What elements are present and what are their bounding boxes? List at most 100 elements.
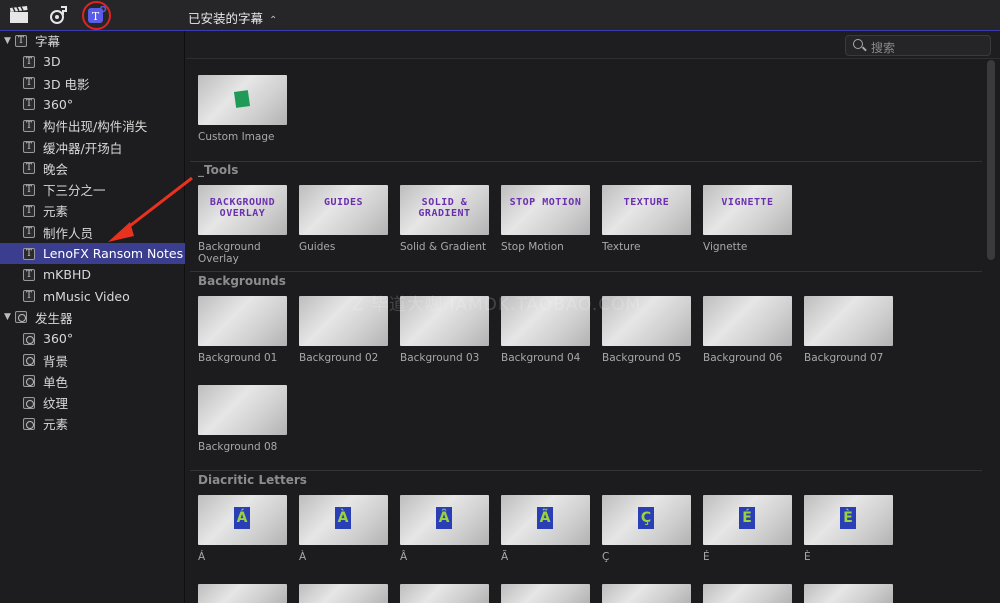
watermark: Z 毕道大咖 IAMDK.TAOBAO.COM <box>352 295 642 315</box>
ransom-letters-art: STOP MOTION <box>509 197 582 208</box>
title-thumbnail-partial[interactable] <box>804 584 893 603</box>
thumbnail-label: Background Overlay <box>198 241 261 265</box>
title-thumbnail-partial[interactable] <box>703 584 792 603</box>
sidebar-item-label: mKBHD <box>43 267 91 283</box>
clapper-icon[interactable] <box>8 5 30 25</box>
title-thumbnail-partial[interactable] <box>198 584 287 603</box>
sidebar-item-label: 3D 电影 <box>43 76 90 92</box>
sidebar-group-generators[interactable]: ▼ 发生器 <box>0 307 185 328</box>
custom-image-logo <box>233 90 251 108</box>
title-thumbnail[interactable] <box>804 296 893 346</box>
sidebar-item[interactable]: TmKBHD <box>0 264 185 285</box>
title-thumbnail[interactable]: SOLID & GRADIENT <box>400 185 489 235</box>
browser-title[interactable]: 已安装的字幕 ⌃ <box>188 8 277 27</box>
diacritic-letter-art: Ã <box>537 507 553 529</box>
title-category-icon: T <box>23 98 35 111</box>
title-thumbnail[interactable]: É <box>703 495 792 545</box>
sidebar-item[interactable]: 元素 <box>0 413 185 434</box>
title-thumbnail-partial[interactable] <box>602 584 691 603</box>
sidebar-item-label: 晚会 <box>43 161 69 177</box>
sidebar-item[interactable]: 背景 <box>0 350 185 371</box>
title-category-icon: T <box>23 55 35 68</box>
sidebar-item-label: 制作人员 <box>43 225 94 241</box>
annotation-arrow <box>108 176 193 242</box>
title-thumbnail[interactable] <box>198 385 287 435</box>
ransom-letters-art: VIGNETTE <box>721 197 774 208</box>
browser-panel: 搜索 Custom Image _Tools BACKGROUND OVERLAY B… <box>186 31 1000 603</box>
disclosure-triangle-icon[interactable]: ▼ <box>4 36 11 46</box>
music-icon[interactable] <box>47 5 69 25</box>
title-thumbnail[interactable]: Ç <box>602 495 691 545</box>
disclosure-triangle-icon[interactable]: ▼ <box>4 312 11 322</box>
sidebar-item-label: 纹理 <box>43 396 69 412</box>
sidebar-item-label: 构件出现/构件消失 <box>43 119 148 135</box>
sidebar-group-titles[interactable]: ▼ T 字幕 <box>0 30 185 51</box>
sidebar-item-label: mMusic Video <box>43 288 130 304</box>
title-category-icon: T <box>23 183 35 196</box>
thumbnail-label: Background 03 <box>400 352 480 364</box>
search-bar: 搜索 <box>186 31 1000 59</box>
title-category-icon: T <box>23 119 35 132</box>
thumbnail-label: È <box>804 551 811 563</box>
section-header[interactable]: Backgrounds <box>198 274 286 288</box>
title-thumbnail[interactable]: VIGNETTE <box>703 185 792 235</box>
title-thumbnail[interactable]: Â <box>400 495 489 545</box>
sidebar-item-label: 缓冲器/开场白 <box>43 140 123 156</box>
sidebar-item[interactable]: T 360° <box>0 94 185 115</box>
search-field[interactable]: 搜索 <box>845 35 991 56</box>
chevron-updown-icon: ⌃ <box>269 15 278 26</box>
title-thumbnail[interactable] <box>703 296 792 346</box>
title-thumbnail[interactable]: GUIDES <box>299 185 388 235</box>
thumbnail-label: Background 07 <box>804 352 884 364</box>
ransom-letters-art: BACKGROUND OVERLAY <box>209 197 276 219</box>
title-category-icon: T <box>23 204 35 217</box>
thumbnail-label: Custom Image <box>198 131 275 143</box>
sidebar-item[interactable]: T 3D <box>0 51 185 72</box>
title-thumbnail-partial[interactable] <box>299 584 388 603</box>
generator-category-icon <box>23 354 35 366</box>
sidebar-item-label: 3D <box>43 54 61 70</box>
thumbnail-label: Ã <box>501 551 509 563</box>
generator-category-icon <box>23 396 35 409</box>
title-thumbnail-partial[interactable] <box>400 584 489 603</box>
sidebar-item[interactable]: TmMusic Video <box>0 286 185 307</box>
diacritic-letter-art: É <box>739 507 755 529</box>
section-header[interactable]: Diacritic Letters <box>198 473 307 487</box>
title-thumbnail-partial[interactable] <box>501 584 590 603</box>
title-thumbnail[interactable]: È <box>804 495 893 545</box>
section-header[interactable]: _Tools <box>198 163 238 177</box>
sidebar-item[interactable]: 单色 <box>0 371 185 392</box>
title-category-icon: T <box>23 226 35 239</box>
sidebar-item[interactable]: T 构件出现/构件消失 <box>0 115 185 136</box>
ransom-letters-art: GUIDES <box>323 197 364 208</box>
sidebar: ▼ T 字幕 T 3D T 3D 电影 T 360° T 构件出现/构件消失 T 缓冲器/开场白 T 晚会 T… <box>0 31 185 603</box>
title-thumbnail[interactable] <box>198 75 287 125</box>
sidebar-item[interactable]: 纹理 <box>0 392 185 413</box>
title-category-icon: T <box>15 34 27 47</box>
title-thumbnail[interactable] <box>198 296 287 346</box>
title-thumbnail[interactable]: TEXTURE <box>602 185 691 235</box>
title-thumbnail[interactable]: BACKGROUND OVERLAY <box>198 185 287 235</box>
section-divider <box>190 161 982 162</box>
section-divider <box>190 470 982 471</box>
sidebar-item[interactable]: T 3D 电影 <box>0 73 185 94</box>
thumbnail-label: Background 08 <box>198 441 278 453</box>
scrollbar[interactable] <box>987 60 995 260</box>
thumbnail-label: Â <box>400 551 408 563</box>
title-thumbnail[interactable]: STOP MOTION <box>501 185 590 235</box>
sidebar-item-label: 背景 <box>43 353 69 369</box>
title-thumbnail[interactable]: Ã <box>501 495 590 545</box>
sidebar-item[interactable]: T 缓冲器/开场白 <box>0 137 185 158</box>
sidebar-item-label: 发生器 <box>35 310 73 326</box>
thumbnail-label: Background 06 <box>703 352 783 364</box>
title-thumbnail[interactable]: À <box>299 495 388 545</box>
diacritic-letter-art: Á <box>234 507 250 529</box>
sidebar-item[interactable]: 360° <box>0 328 185 349</box>
sidebar-item-label: 字幕 <box>35 34 61 49</box>
title-thumbnail[interactable]: Á <box>198 495 287 545</box>
app-window: T 已安装的字幕 ⌃ ▼ T 字幕 T 3D T 3D 电影 T 360° T 构件出现/构件消失 T 缓… <box>0 0 1000 603</box>
title-category-icon: T <box>23 247 35 260</box>
diacritic-letter-art: À <box>335 507 351 529</box>
sidebar-item-label: 360° <box>43 331 74 347</box>
sidebar-item-label: 单色 <box>43 374 69 390</box>
